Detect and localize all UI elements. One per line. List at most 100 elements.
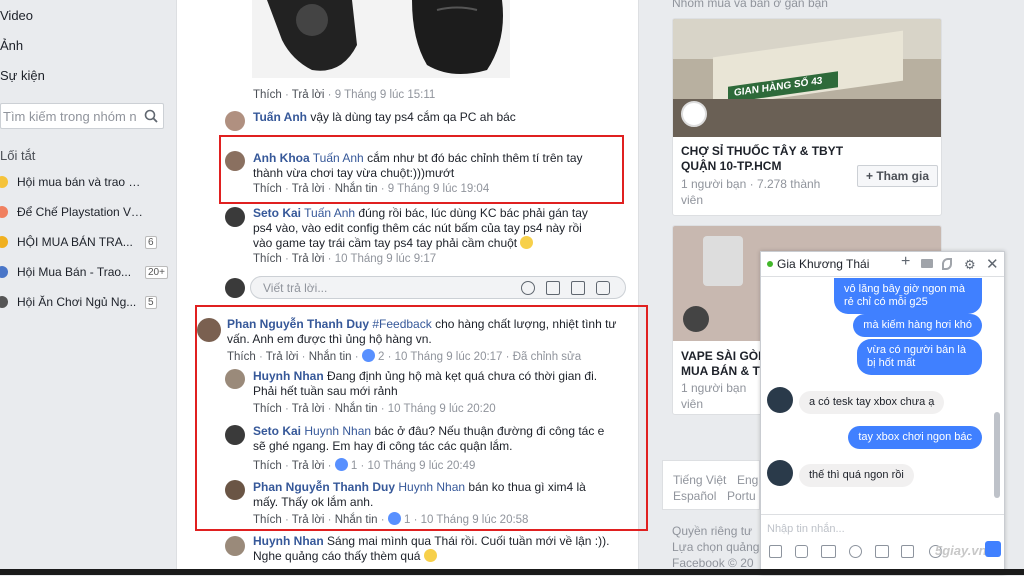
- mention-tag[interactable]: Huynh Nhan: [398, 480, 465, 494]
- add-people-icon[interactable]: +: [901, 253, 910, 271]
- chat-input[interactable]: Nhập tin nhắn...: [767, 523, 845, 535]
- gif-icon[interactable]: [821, 545, 836, 558]
- reply-link[interactable]: Trả lời: [292, 460, 325, 472]
- privacy-link[interactable]: Quyền riêng tư: [672, 524, 752, 538]
- reply-input[interactable]: Viết trả lời...: [250, 276, 626, 299]
- group-cover-photo[interactable]: GIAN HÀNG SỐ 43: [673, 19, 941, 137]
- like-link[interactable]: Thích: [253, 514, 282, 526]
- like-link[interactable]: Thích: [253, 253, 282, 265]
- emoji-icon[interactable]: [849, 545, 862, 558]
- phone-icon[interactable]: [942, 258, 952, 270]
- shortcut-item[interactable]: Để Chế Playstation Viet...: [0, 203, 166, 223]
- lang-link[interactable]: Eng: [737, 473, 758, 487]
- shortcut-item[interactable]: HỘI MUA BÁN TRA... 6: [0, 233, 166, 253]
- chat-header[interactable]: Gia Khương Thái + ⚙ ✕: [761, 252, 1004, 277]
- avatar[interactable]: [197, 318, 221, 342]
- camera-icon[interactable]: [546, 281, 560, 295]
- shortcut-item[interactable]: Hội Ăn Chơi Ngủ Ng... 5: [0, 293, 166, 313]
- avatar[interactable]: [225, 111, 245, 131]
- close-icon[interactable]: ✕: [986, 255, 999, 273]
- lang-link[interactable]: Español: [673, 489, 716, 503]
- shortcut-item[interactable]: Hội Mua Bán - Trao... 20+: [0, 263, 168, 283]
- timestamp[interactable]: 10 Tháng 9 lúc 9:17: [335, 253, 436, 265]
- timestamp[interactable]: 10 Tháng 9 lúc 20:58: [421, 514, 529, 526]
- commenter-name[interactable]: Phan Nguyễn Thanh Duy: [227, 317, 369, 331]
- sticker-icon[interactable]: [795, 545, 808, 558]
- laugh-emoji-icon: [520, 236, 534, 249]
- commenter-name[interactable]: Seto Kai: [253, 206, 301, 220]
- emoji-icon[interactable]: [521, 281, 535, 295]
- nav-photos[interactable]: Ảnh: [0, 38, 23, 53]
- like-count[interactable]: 2: [378, 351, 384, 363]
- like-link[interactable]: Thích: [227, 351, 256, 363]
- message-link[interactable]: Nhắn tin: [335, 514, 378, 526]
- timestamp[interactable]: 9 Tháng 9 lúc 15:11: [335, 89, 436, 101]
- group-card[interactable]: GIAN HÀNG SỐ 43 CHỢ SỈ THUỐC TÂY & TBYT …: [672, 18, 942, 216]
- commenter-name[interactable]: Seto Kai: [253, 424, 301, 438]
- like-link[interactable]: Thích: [253, 403, 282, 415]
- video-call-icon[interactable]: [921, 259, 933, 268]
- contact-avatar: [767, 460, 793, 486]
- camera-icon[interactable]: [901, 545, 914, 558]
- gear-icon[interactable]: ⚙: [964, 257, 976, 273]
- ad-choices-link[interactable]: Lựa chọn quảng: [672, 540, 759, 554]
- reply-link[interactable]: Trả lời: [266, 351, 299, 363]
- like-link[interactable]: Thích: [253, 183, 282, 195]
- controller-image: [252, 0, 510, 78]
- message-link[interactable]: Nhắn tin: [309, 351, 352, 363]
- group-name[interactable]: VAPE SÀI GÒN MUA BÁN & T: [681, 349, 771, 379]
- message-link[interactable]: Nhắn tin: [335, 183, 378, 195]
- commenter-name[interactable]: Huynh Nhan: [253, 369, 324, 383]
- group-name[interactable]: CHỢ SỈ THUỐC TÂY & TBYT QUẬN 10-TP.HCM: [681, 144, 861, 174]
- hashtag[interactable]: #Feedback: [372, 317, 431, 331]
- like-reaction-icon[interactable]: [334, 458, 348, 471]
- search-icon[interactable]: [144, 109, 158, 123]
- timestamp[interactable]: 10 Tháng 9 lúc 20:17: [395, 351, 503, 363]
- gif-icon[interactable]: [571, 281, 585, 295]
- commenter-name[interactable]: Huynh Nhan: [253, 534, 324, 548]
- commenter-name[interactable]: Tuấn Anh: [253, 110, 307, 124]
- attach-file-icon[interactable]: [875, 545, 889, 558]
- reply-link[interactable]: Trả lời: [292, 403, 325, 415]
- timestamp[interactable]: 10 Tháng 9 lúc 20:20: [388, 403, 496, 415]
- like-link[interactable]: Thích: [253, 460, 282, 472]
- group-search-input[interactable]: Tìm kiếm trong nhóm n: [0, 103, 164, 129]
- timestamp[interactable]: 9 Tháng 9 lúc 19:04: [388, 183, 489, 195]
- chat-scrollbar[interactable]: [994, 412, 1000, 498]
- reply-link[interactable]: Trả lời: [292, 89, 325, 101]
- sticker-icon[interactable]: [596, 281, 610, 295]
- reply-link[interactable]: Trả lời: [292, 183, 325, 195]
- mention-tag[interactable]: Tuấn Anh: [304, 206, 355, 220]
- like-reaction-icon[interactable]: [361, 349, 375, 362]
- like-count[interactable]: 1: [404, 514, 410, 526]
- mention-tag[interactable]: Tuấn Anh: [313, 151, 364, 165]
- avatar[interactable]: [225, 480, 245, 500]
- commenter-name[interactable]: Phan Nguyễn Thanh Duy: [253, 480, 395, 494]
- avatar[interactable]: [225, 425, 245, 445]
- nav-video[interactable]: Video: [0, 8, 33, 23]
- commenter-name[interactable]: Anh Khoa: [253, 151, 310, 165]
- message-link[interactable]: Nhắn tin: [335, 403, 378, 415]
- avatar[interactable]: [225, 151, 245, 171]
- reply-link[interactable]: Trả lời: [292, 253, 325, 265]
- controller-photo[interactable]: [252, 0, 510, 78]
- like-link[interactable]: Thích: [253, 89, 282, 101]
- edited-label[interactable]: Đã chỉnh sửa: [513, 351, 581, 363]
- chat-contact-name[interactable]: Gia Khương Thái: [777, 257, 869, 271]
- lang-link[interactable]: Tiếng Việt: [673, 473, 726, 487]
- lang-link[interactable]: Portu: [727, 489, 756, 503]
- timestamp[interactable]: 10 Tháng 9 lúc 20:49: [368, 460, 476, 472]
- avatar[interactable]: [225, 207, 245, 227]
- avatar[interactable]: [225, 536, 245, 556]
- left-sidebar: Video Ảnh Sự kiện Tìm kiếm trong nhóm n …: [0, 0, 170, 575]
- thumbs-up-icon[interactable]: [985, 541, 1001, 557]
- reply-link[interactable]: Trả lời: [292, 514, 325, 526]
- photo-icon[interactable]: [769, 545, 782, 558]
- like-reaction-icon[interactable]: [387, 512, 401, 525]
- join-group-button[interactable]: + Tham gia: [857, 165, 939, 187]
- shortcut-item[interactable]: Hội mua bán và trao đổi...: [0, 173, 166, 193]
- nav-events[interactable]: Sự kiện: [0, 68, 45, 83]
- mention-tag[interactable]: Huynh Nhan: [304, 424, 371, 438]
- avatar[interactable]: [225, 369, 245, 389]
- like-count[interactable]: 1: [351, 460, 357, 472]
